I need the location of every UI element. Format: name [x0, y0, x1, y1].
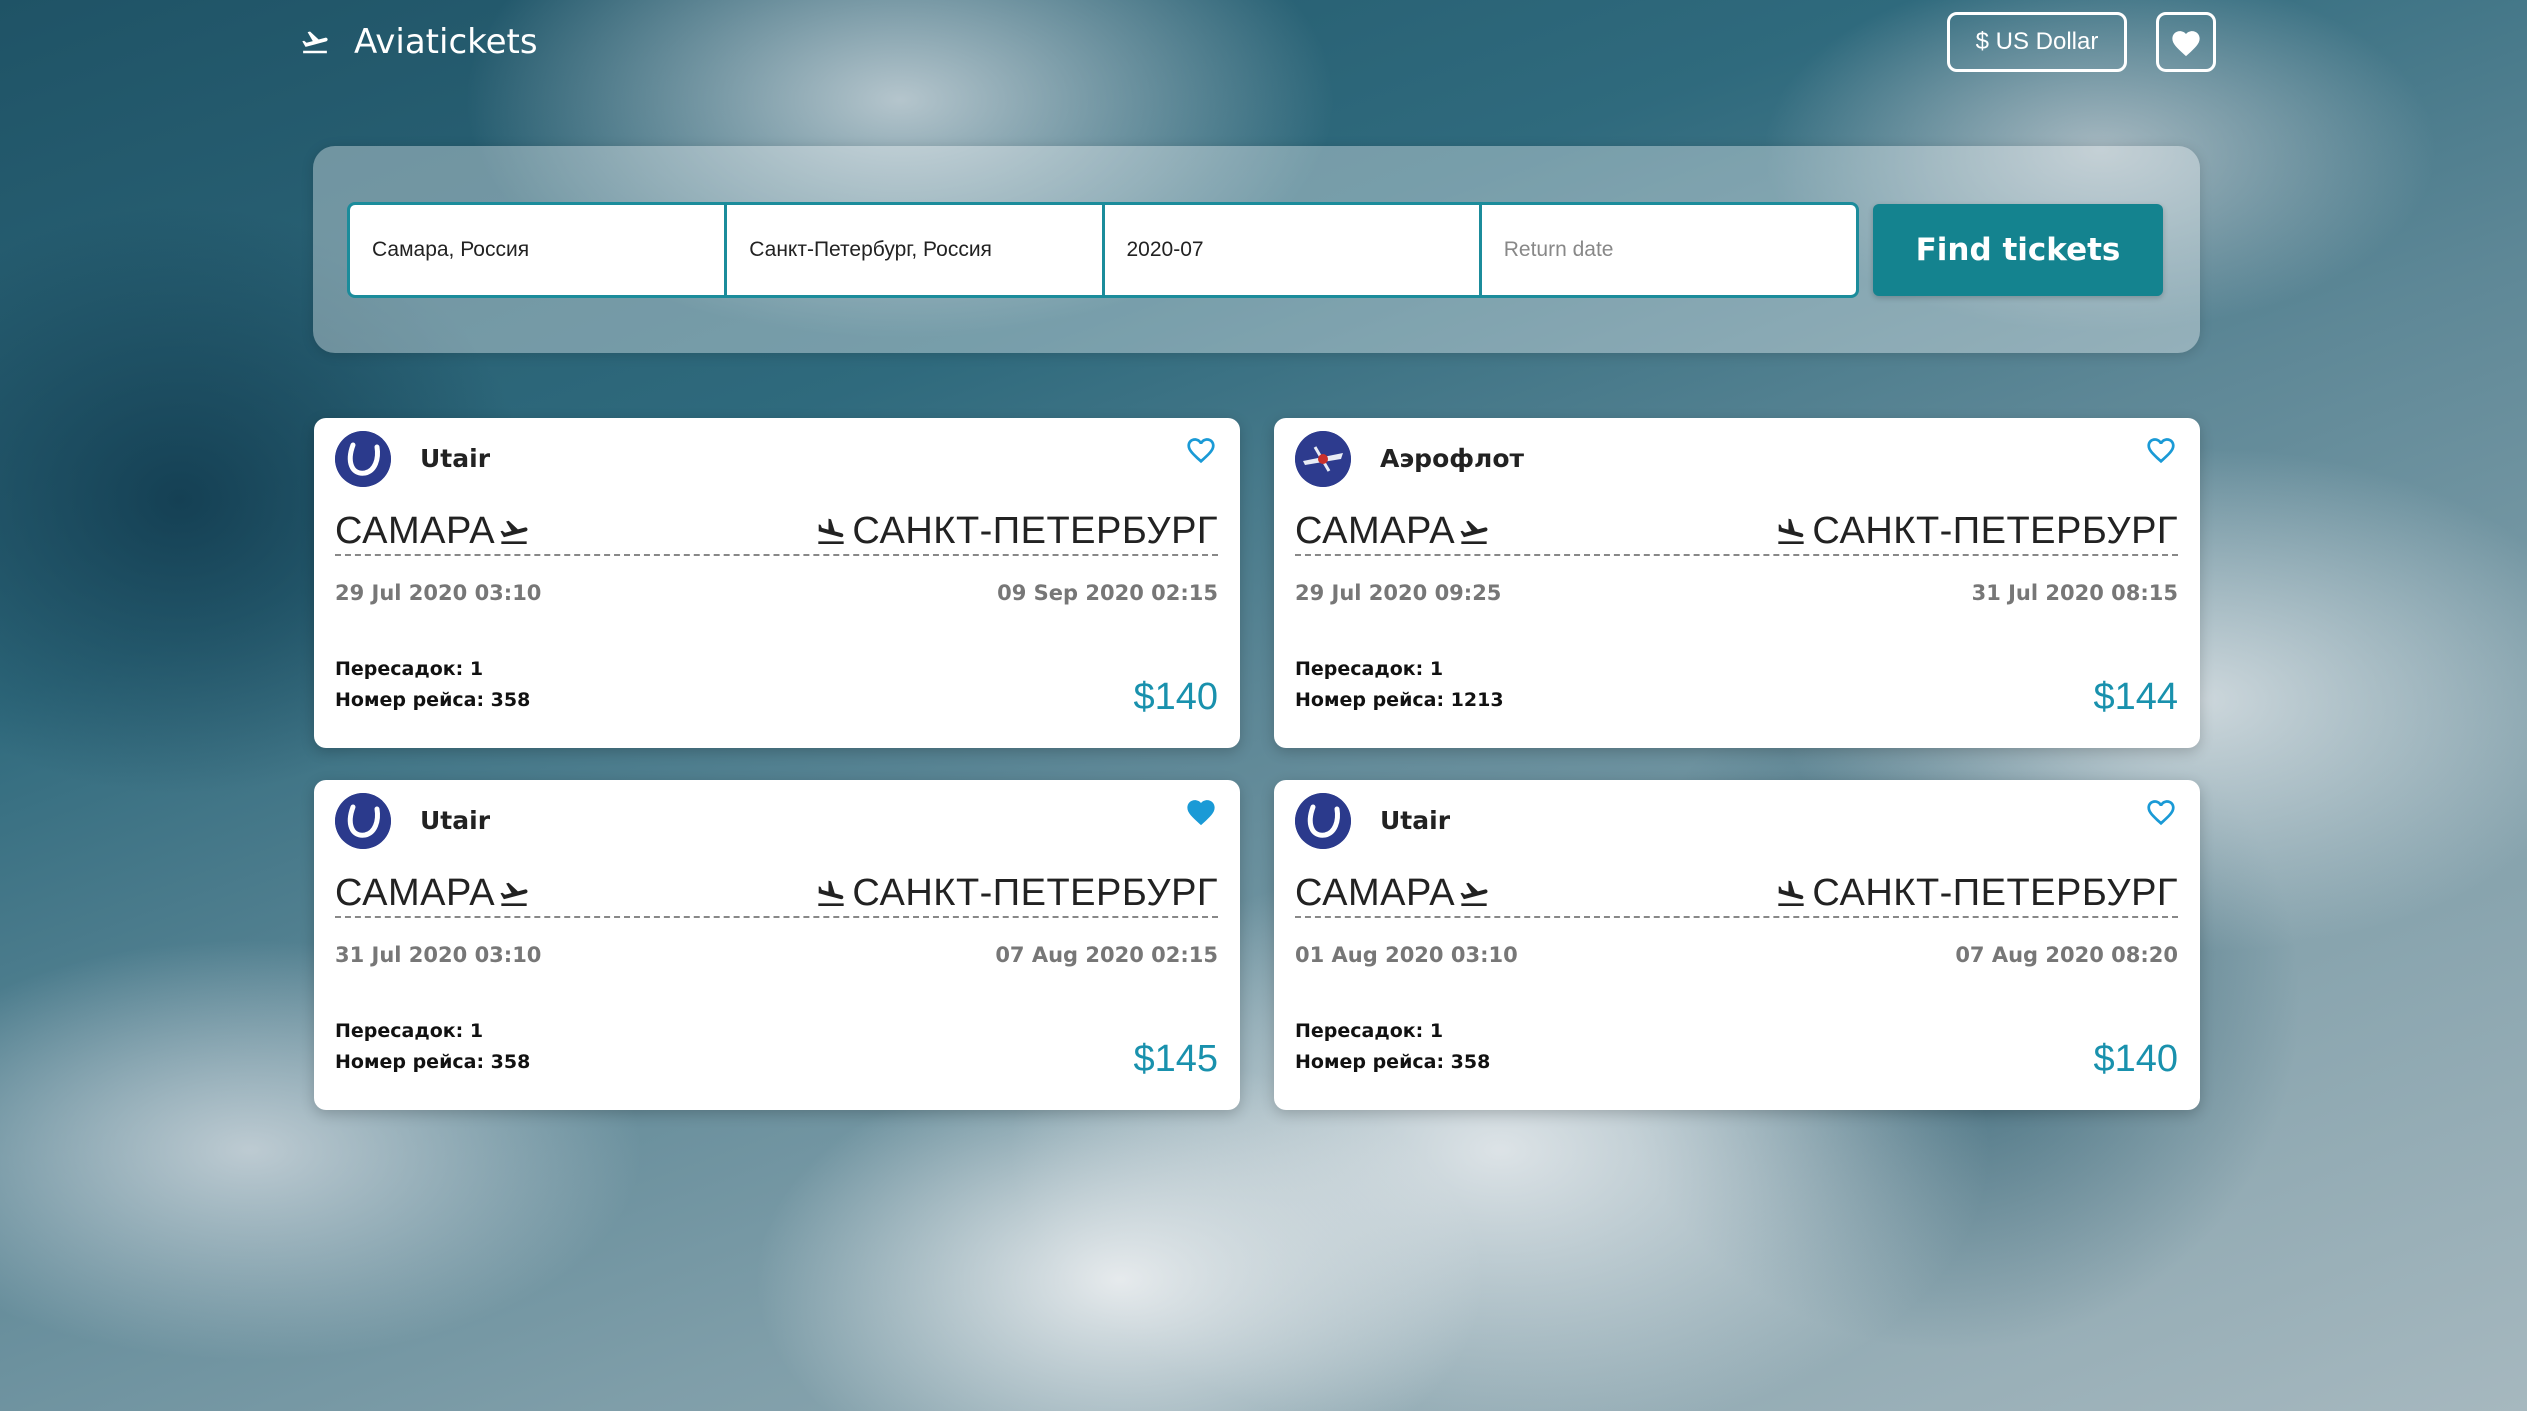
find-tickets-button[interactable]: Find tickets [1873, 204, 2163, 296]
transfers-count: Пересадок: 1 [1295, 1020, 1444, 1042]
airline-name: Utair [420, 444, 491, 473]
origin-city-label: САМАРА [1295, 510, 1456, 552]
utair-logo-icon [1295, 793, 1351, 849]
landing-icon [818, 518, 845, 544]
airline-name: Utair [1380, 806, 1451, 835]
airline-logo [335, 793, 391, 849]
origin-city: САМАРА [335, 872, 531, 915]
favorite-heart-icon[interactable] [2144, 434, 2178, 464]
arrival-date: 31 Jul 2020 08:15 [1971, 581, 2178, 605]
landing-icon [1778, 880, 1805, 906]
route-line: САМАРА САНКТ-ПЕТЕРБУРГ [1295, 868, 2178, 918]
airline-logo [1295, 793, 1351, 849]
departure-date: 31 Jul 2020 03:10 [335, 943, 542, 967]
depart-date-input[interactable]: 2020-07 [1105, 205, 1482, 295]
ticket-price: $140 [2093, 1038, 2178, 1080]
landing-icon [1778, 518, 1805, 544]
departure-date: 29 Jul 2020 03:10 [335, 581, 542, 605]
transfers-count: Пересадок: 1 [1295, 658, 1444, 680]
origin-city: САМАРА [1295, 872, 1491, 915]
takeoff-icon [500, 520, 528, 544]
ticket-price: $144 [2093, 676, 2178, 718]
destination-city: САНКТ-ПЕТЕРБУРГ [814, 510, 1218, 553]
destination-city-label: САНКТ-ПЕТЕРБУРГ [852, 510, 1218, 552]
arrival-date: 07 Aug 2020 02:15 [995, 943, 1218, 967]
flight-number: Номер рейса: 1213 [1295, 689, 1504, 711]
arrival-date: 09 Sep 2020 02:15 [997, 581, 1218, 605]
airline-name: Utair [420, 806, 491, 835]
ticket-card[interactable]: Аэрофлот САМАРА САНКТ-ПЕТЕРБУРГ 29 Jul 2020… [1274, 418, 2200, 748]
ticket-price: $140 [1133, 676, 1218, 718]
search-fields: Самара, Россия Санкт-Петербург, Россия 2… [347, 202, 1859, 298]
departure-date: 29 Jul 2020 09:25 [1295, 581, 1502, 605]
ticket-price: $145 [1133, 1038, 1218, 1080]
airline-logo [1295, 431, 1351, 487]
route-line: САМАРА САНКТ-ПЕТЕРБУРГ [1295, 506, 2178, 556]
route-line: САМАРА САНКТ-ПЕТЕРБУРГ [335, 506, 1218, 556]
takeoff-icon [1460, 520, 1488, 544]
transfers-count: Пересадок: 1 [335, 658, 484, 680]
destination-city: САНКТ-ПЕТЕРБУРГ [1774, 510, 2178, 553]
heart-icon [2172, 31, 2200, 57]
favorite-heart-icon[interactable] [1184, 434, 1218, 464]
transfers-count: Пересадок: 1 [335, 1020, 484, 1042]
favorite-heart-icon[interactable] [1184, 796, 1218, 826]
brand-name: Aviatickets [354, 22, 538, 62]
flight-number: Номер рейса: 358 [1295, 1051, 1491, 1073]
destination-input[interactable]: Санкт-Петербург, Россия [727, 205, 1105, 295]
destination-city: САНКТ-ПЕТЕРБУРГ [1774, 872, 2178, 915]
flight-number: Номер рейса: 358 [335, 689, 531, 711]
airplane-takeoff-icon [302, 31, 328, 54]
ticket-card[interactable]: Utair САМАРА САНКТ-ПЕТЕРБУРГ 01 Aug 2020 03… [1274, 780, 2200, 1110]
origin-city: САМАРА [335, 510, 531, 553]
currency-button[interactable]: $ US Dollar [1947, 12, 2127, 72]
utair-logo-icon [335, 431, 391, 487]
route-line: САМАРА САНКТ-ПЕТЕРБУРГ [335, 868, 1218, 918]
origin-input[interactable]: Самара, Россия [350, 205, 728, 295]
aeroflot-logo-icon [1295, 431, 1351, 487]
takeoff-icon [500, 882, 528, 906]
takeoff-icon [1460, 882, 1488, 906]
origin-city-label: САМАРА [335, 872, 496, 914]
destination-city-label: САНКТ-ПЕТЕРБУРГ [852, 872, 1218, 914]
origin-city-label: САМАРА [335, 510, 496, 552]
return-date-input[interactable]: Return date [1482, 205, 1856, 295]
arrival-date: 07 Aug 2020 08:20 [1955, 943, 2178, 967]
destination-city-label: САНКТ-ПЕТЕРБУРГ [1812, 510, 2178, 552]
brand-logo[interactable]: Aviatickets [298, 22, 538, 62]
favorites-button[interactable] [2156, 12, 2216, 72]
departure-date: 01 Aug 2020 03:10 [1295, 943, 1518, 967]
flight-number: Номер рейса: 358 [335, 1051, 531, 1073]
destination-city-label: САНКТ-ПЕТЕРБУРГ [1812, 872, 2178, 914]
airline-name: Аэрофлот [1380, 444, 1525, 473]
utair-logo-icon [335, 793, 391, 849]
airline-logo [335, 431, 391, 487]
landing-icon [818, 880, 845, 906]
origin-city: САМАРА [1295, 510, 1491, 553]
search-panel: Самара, Россия Санкт-Петербург, Россия 2… [313, 146, 2200, 353]
ticket-card[interactable]: Utair САМАРА САНКТ-ПЕТЕРБУРГ 29 Jul 2020 03… [314, 418, 1240, 748]
favorite-heart-icon[interactable] [2144, 796, 2178, 826]
destination-city: САНКТ-ПЕТЕРБУРГ [814, 872, 1218, 915]
ticket-card[interactable]: Utair САМАРА САНКТ-ПЕТЕРБУРГ 31 Jul 2020 03… [314, 780, 1240, 1110]
origin-city-label: САМАРА [1295, 872, 1456, 914]
top-header: Aviatickets $ US Dollar [0, 0, 2527, 90]
